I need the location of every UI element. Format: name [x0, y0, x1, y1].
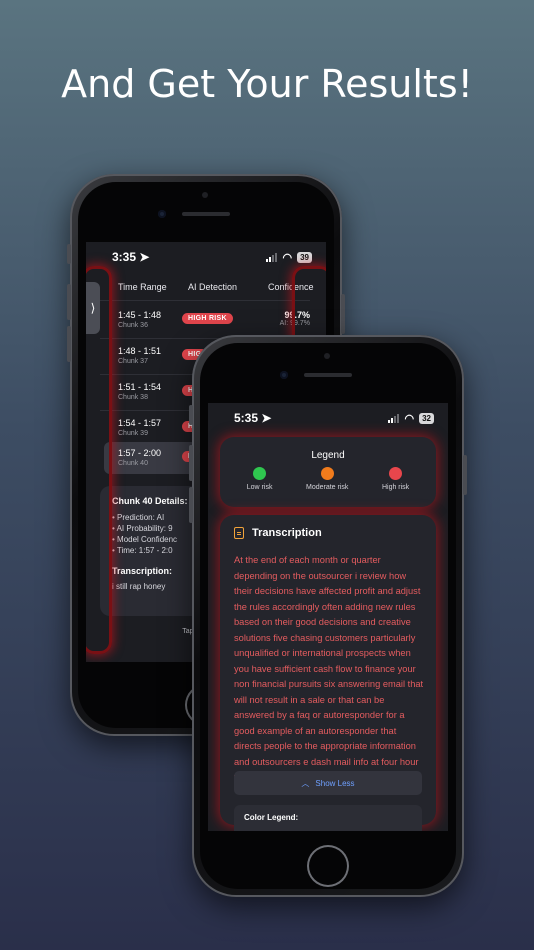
battery-icon: 39 [297, 251, 312, 263]
legend-title: Legend [311, 450, 345, 461]
earpiece-speaker [182, 212, 230, 216]
signal-icon [266, 252, 278, 262]
earpiece-speaker [304, 373, 352, 377]
risk-badge: HIGH RISK [182, 313, 233, 324]
document-icon [234, 527, 244, 539]
show-less-button[interactable]: ︿ Show Less [234, 771, 422, 795]
column-confidence: Confidence [268, 282, 314, 292]
front-phone-screen: 5:35 ➤ ◠ 32 Legend Low risk Moderate ris… [208, 403, 448, 831]
green-dot-icon [253, 467, 267, 480]
legend-item-moderate: Moderate risk [306, 467, 348, 491]
table-header: Time Range AI Detection Confidence [100, 274, 314, 300]
wifi-icon: ◠ [282, 251, 293, 264]
signal-icon [388, 413, 400, 423]
legend-item-low: Low risk [247, 467, 272, 491]
status-bar: 5:35 ➤ ◠ 32 [208, 403, 448, 433]
page-headline: And Get Your Results! [61, 62, 473, 106]
orange-dot-icon [320, 467, 334, 480]
color-legend-section: Color Legend: [234, 805, 422, 831]
transcription-text: At the end of each month or quarter depe… [234, 555, 424, 782]
front-camera-icon [158, 210, 166, 218]
confidence-value: 99.7% [284, 310, 310, 320]
status-time: 3:35 ➤ [112, 250, 150, 264]
red-dot-icon [389, 467, 403, 480]
home-button[interactable] [307, 845, 349, 887]
front-phone: 5:35 ➤ ◠ 32 Legend Low risk Moderate ris… [189, 335, 467, 897]
wifi-icon: ◠ [404, 412, 415, 425]
table-row[interactable]: 1:45 - 1:48 Chunk 36 HIGH RISK 99.7% AI: 9… [100, 304, 310, 336]
transcription-title: Transcription [252, 527, 322, 539]
legend-item-high: High risk [382, 467, 409, 491]
sidebar-toggle-button[interactable]: ⟩ [86, 282, 100, 334]
status-time: 5:35 ➤ [234, 411, 272, 425]
transcription-card: Transcription At the end of each month o… [220, 515, 436, 831]
risk-legend-card: Legend Low risk Moderate risk High risk [220, 437, 436, 507]
chevron-up-icon: ︿ [301, 778, 310, 788]
front-camera-icon [280, 371, 288, 379]
column-time-range: Time Range [118, 282, 167, 292]
battery-icon: 32 [419, 412, 434, 424]
status-bar: 3:35 ➤ ◠ 39 [86, 242, 326, 272]
column-ai-detection: AI Detection [188, 282, 238, 292]
